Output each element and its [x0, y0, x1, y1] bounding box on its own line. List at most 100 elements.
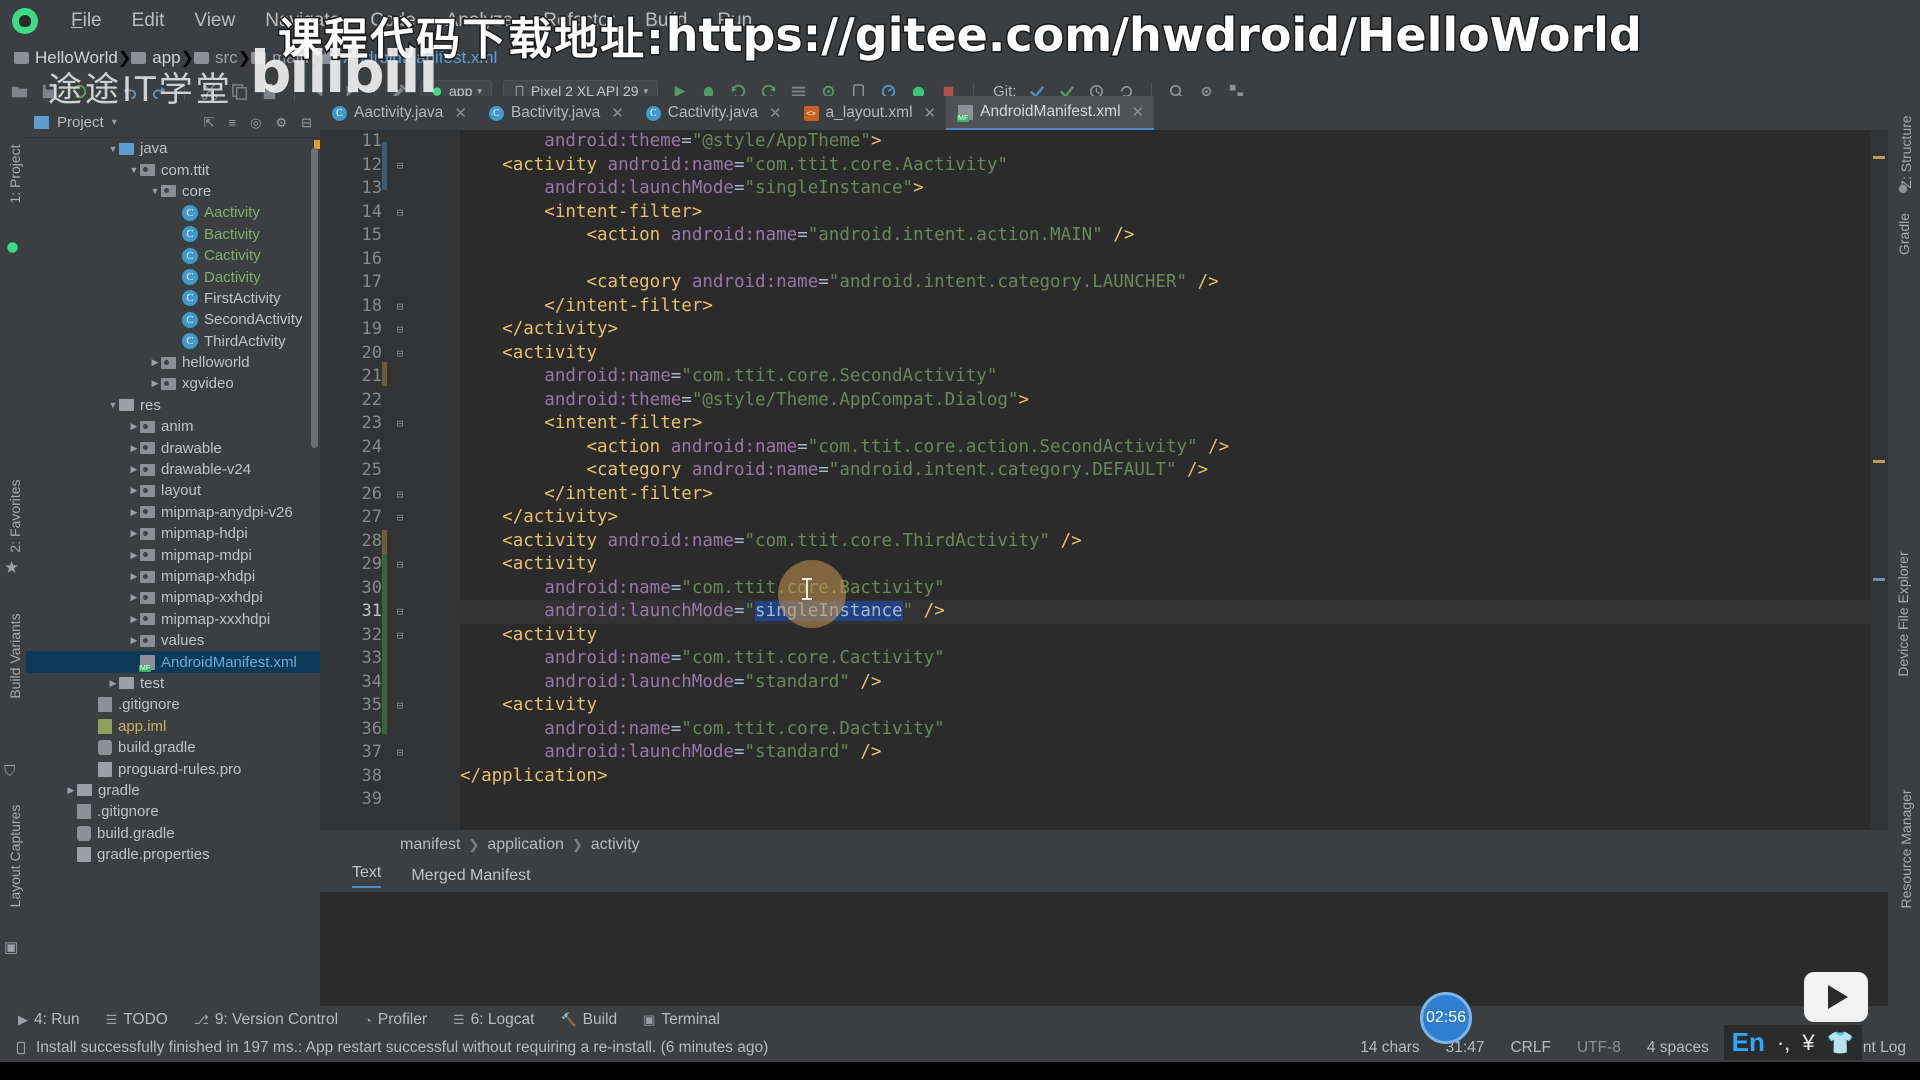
tree-item-mipmap-xxhdpi[interactable]: ▶ mipmap-xxhdpi	[26, 587, 320, 608]
code-line[interactable]: android:launchMode="standard" />	[460, 671, 1888, 695]
tree-item-layout[interactable]: ▶ layout	[26, 480, 320, 501]
fold-markers[interactable]: ⊟ ⊟ ⊟ ⊟ ⊟ ⊟ ⊟ ⊟ ⊟ ⊟ ⊟ ⊟ ⊟	[388, 130, 412, 812]
tree-item-com-ttit[interactable]: ▼ com.ttit	[26, 159, 320, 180]
code-line[interactable]: <action android:name="android.intent.act…	[460, 224, 1888, 248]
right-strip-device-file-explorer[interactable]: Device File Explorer	[1895, 524, 1911, 704]
ime-indicator[interactable]: En ·, ¥ 👕	[1723, 1025, 1862, 1060]
bottom-tool-4--run[interactable]: ▶ 4: Run	[18, 1011, 80, 1029]
tree-item-xgvideo[interactable]: ▶ xgvideo	[26, 373, 320, 394]
code-line[interactable]: </activity>	[460, 318, 1888, 342]
tree-disclosure-arrow[interactable]: ▶	[86, 742, 98, 753]
code-line[interactable]: android:theme="@style/Theme.AppCompat.Di…	[460, 389, 1888, 413]
code-line[interactable]: android:launchMode="singleInstance">	[460, 177, 1888, 201]
tree-disclosure-arrow[interactable]: ▶	[170, 207, 182, 218]
tree-disclosure-arrow[interactable]: ▶	[170, 229, 182, 240]
code-line[interactable]: android:name="com.ttit.core.Dactivity"	[460, 718, 1888, 742]
editor-tab-bactivity-java[interactable]: C Bactivity.java ✕	[477, 96, 634, 130]
tree-disclosure-arrow[interactable]: ▶	[170, 336, 182, 347]
tree-disclosure-arrow[interactable]: ▶	[170, 272, 182, 283]
editor-view-tab-text[interactable]: Text	[352, 864, 382, 888]
tree-item-gradle[interactable]: ▶ gradle	[26, 780, 320, 801]
code-line[interactable]: android:launchMode="standard" />	[460, 741, 1888, 765]
tree-item-dactivity[interactable]: ▶C Dactivity	[26, 266, 320, 287]
menu-build[interactable]: Build	[630, 10, 702, 32]
close-icon[interactable]: ✕	[1132, 103, 1145, 121]
code-line[interactable]: android:launchMode="singleInstance" />	[460, 600, 1888, 624]
tree-disclosure-arrow[interactable]: ▶	[128, 507, 140, 518]
tree-item-mipmap-anydpi-v26[interactable]: ▶ mipmap-anydpi-v26	[26, 502, 320, 523]
fold-collapse-icon[interactable]: ⊟	[388, 694, 412, 718]
fold-collapse-icon[interactable]: ⊟	[388, 295, 412, 319]
close-icon[interactable]: ✕	[769, 104, 782, 122]
code-line[interactable]: android:name="com.ttit.core.Cactivity"	[460, 647, 1888, 671]
fold-collapse-icon[interactable]: ⊟	[388, 201, 412, 225]
tree-disclosure-arrow[interactable]: ▶	[65, 806, 77, 817]
project-view-icon[interactable]	[34, 116, 49, 129]
tree-disclosure-arrow[interactable]: ▶	[149, 357, 161, 368]
bottom-tool-terminal[interactable]: ▣ Terminal	[643, 1011, 720, 1029]
chevron-down-icon[interactable]: ▾	[112, 117, 117, 128]
tree-item-androidmanifest-xml[interactable]: ▶AndroidManifest.xml	[26, 651, 320, 673]
code-line[interactable]: <activity	[460, 624, 1888, 648]
fold-collapse-icon[interactable]: ⊟	[388, 318, 412, 342]
undo-icon[interactable]	[120, 82, 139, 101]
tree-disclosure-arrow[interactable]: ▶	[128, 443, 140, 454]
fold-collapse-icon[interactable]: ⊟	[388, 600, 412, 624]
menu-view[interactable]: View	[179, 10, 250, 32]
tree-disclosure-arrow[interactable]: ▶	[65, 849, 77, 860]
redo-icon[interactable]	[150, 82, 169, 101]
sync-icon[interactable]	[70, 82, 89, 101]
tree-item--gitignore[interactable]: ▶ .gitignore	[26, 694, 320, 715]
menu-edit[interactable]: Edit	[117, 10, 180, 32]
tree-disclosure-arrow[interactable]: ▶	[128, 485, 140, 496]
tree-disclosure-arrow[interactable]: ▶	[86, 721, 98, 732]
tree-item-build-gradle[interactable]: ▶ build.gradle	[26, 823, 320, 844]
tree-disclosure-arrow[interactable]: ▶	[128, 614, 140, 625]
code-line[interactable]: android:name="com.ttit.core.SecondActivi…	[460, 365, 1888, 389]
code-line[interactable]: <activity	[460, 553, 1888, 577]
code-line[interactable]: <intent-filter>	[460, 412, 1888, 436]
code-line[interactable]	[460, 248, 1888, 272]
code-line[interactable]: <action android:name="com.ttit.core.acti…	[460, 436, 1888, 460]
fold-collapse-icon[interactable]: ⊟	[388, 154, 412, 178]
status-message[interactable]: Install successfully finished in 197 ms.…	[36, 1039, 768, 1057]
bottom-tool-build[interactable]: 🔨 Build	[560, 1011, 617, 1029]
tree-item-firstactivity[interactable]: ▶C FirstActivity	[26, 288, 320, 309]
status-encoding[interactable]: UTF-8	[1577, 1039, 1621, 1057]
code-line[interactable]: <category android:name="android.intent.c…	[460, 271, 1888, 295]
tree-item-build-gradle[interactable]: ▶ build.gradle	[26, 737, 320, 758]
tree-disclosure-arrow[interactable]: ▶	[149, 378, 161, 389]
tree-disclosure-arrow[interactable]: ▶	[65, 828, 77, 839]
fold-collapse-icon[interactable]: ⊟	[388, 624, 412, 648]
tree-disclosure-arrow[interactable]: ▶	[170, 314, 182, 325]
tree-disclosure-arrow[interactable]: ▶	[86, 699, 98, 710]
code-line[interactable]: </intent-filter>	[460, 295, 1888, 319]
breadcrumb-item-main[interactable]: main	[251, 48, 309, 68]
menu-code[interactable]: Code	[355, 10, 430, 32]
code-line[interactable]: </activity>	[460, 506, 1888, 530]
left-strip-project[interactable]: 1: Project	[7, 129, 23, 219]
collapse-all-icon[interactable]: ⇱	[204, 115, 215, 131]
code-lines[interactable]: android:theme="@style/AppTheme"> <activi…	[460, 130, 1888, 812]
tree-item-mipmap-xxxhdpi[interactable]: ▶ mipmap-xxxhdpi	[26, 609, 320, 630]
code-line[interactable]: <activity	[460, 342, 1888, 366]
tree-item-values[interactable]: ▶ values	[26, 630, 320, 651]
bottom-tool-6--logcat[interactable]: ☰ 6: Logcat	[453, 1011, 534, 1029]
code-line[interactable]: android:name="com.ttit.core.Bactivity"	[460, 577, 1888, 601]
tree-item-drawable[interactable]: ▶ drawable	[26, 437, 320, 458]
tree-item-mipmap-hdpi[interactable]: ▶ mipmap-hdpi	[26, 523, 320, 544]
status-indent[interactable]: 4 spaces	[1647, 1039, 1709, 1057]
code-line[interactable]: </application>	[460, 765, 1888, 789]
cut-icon[interactable]	[200, 82, 219, 101]
tree-disclosure-arrow[interactable]: ▶	[107, 678, 119, 689]
code-line[interactable]: </intent-filter>	[460, 483, 1888, 507]
tree-disclosure-arrow[interactable]: ▶	[65, 785, 77, 796]
fold-collapse-icon[interactable]: ⊟	[388, 506, 412, 530]
tree-disclosure-arrow[interactable]: ▼	[107, 144, 119, 154]
fold-collapse-icon[interactable]: ⊟	[388, 342, 412, 366]
close-icon[interactable]: ✕	[454, 104, 467, 122]
menu-navigate[interactable]: Navigate	[250, 10, 355, 32]
fold-collapse-icon[interactable]: ⊟	[388, 483, 412, 507]
menu-file[interactable]: FFileile	[56, 10, 117, 32]
editor-gutter[interactable]: 11 12 13 14 15 16 17 18 19 20 21 22 23 24 25 26 27 28 29 30…	[320, 130, 460, 830]
